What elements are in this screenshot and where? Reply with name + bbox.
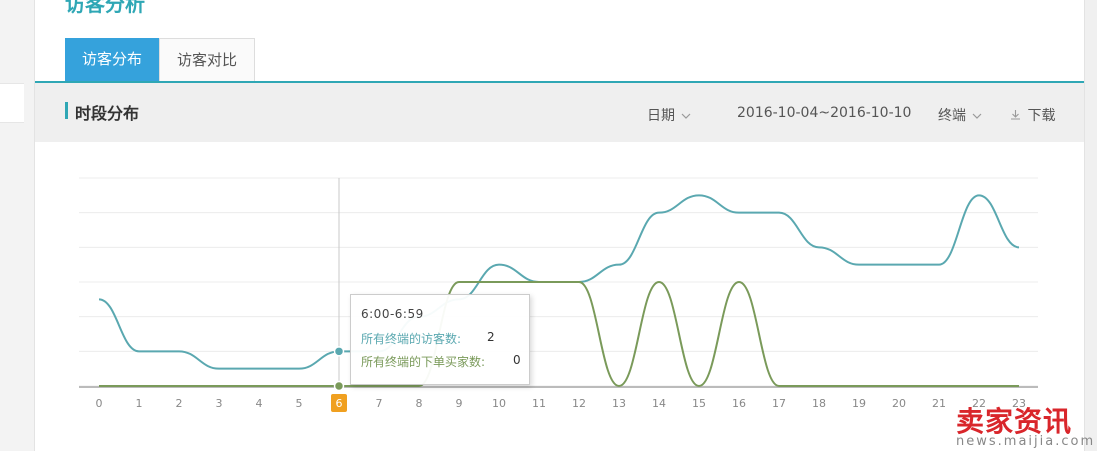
x-tick-label: 14 (652, 397, 666, 410)
series-line-1 (99, 280, 1019, 388)
tooltip-row-visitors: 所有终端的访客数: 2 (361, 330, 529, 346)
x-tick-label: 18 (812, 397, 826, 410)
x-tick-label: 20 (892, 397, 906, 410)
x-tick-label: 9 (456, 397, 463, 410)
tooltip-visitors-label: 所有终端的访客数: (361, 332, 462, 346)
x-tick-label: 11 (532, 397, 546, 410)
watermark-url: news.maijia.com (956, 434, 1096, 449)
x-tick-label: 12 (572, 397, 586, 410)
chart-tooltip: 6:00-6:59 所有终端的访客数: 2 所有终端的下单买家数: 0 (350, 294, 530, 385)
x-tick-label: 4 (256, 397, 263, 410)
x-tick-label: 16 (732, 397, 746, 410)
left-sidebar-stub (0, 83, 24, 123)
tooltip-buyers-label: 所有终端的下单买家数: (361, 355, 486, 369)
tooltip-title: 6:00-6:59 (361, 307, 424, 321)
x-tick-label: 2 (176, 397, 183, 410)
visitor-analysis-panel: 访客分析 访客分布 访客对比 时段分布 日期 2016-10-04~2016-1… (34, 0, 1085, 451)
x-tick-label: 13 (612, 397, 626, 410)
x-tick-label: 15 (692, 397, 706, 410)
x-tick-label: 1 (136, 397, 143, 410)
x-tick-label: 0 (96, 397, 103, 410)
x-tick-label: 8 (416, 397, 423, 410)
x-tick-label: 21 (932, 397, 946, 410)
x-tick-label: 6 (336, 397, 343, 410)
right-scroll-strip (1084, 0, 1097, 451)
x-tick-label: 5 (296, 397, 303, 410)
tooltip-buyers-value: 0 (513, 353, 521, 367)
x-tick-label: 19 (852, 397, 866, 410)
tooltip-visitors-value: 2 (487, 330, 495, 344)
x-tick-label: 10 (492, 397, 506, 410)
x-tick-label: 7 (376, 397, 383, 410)
hourly-distribution-chart[interactable]: 0 1 2 3 4 5 6 7 8 9 10 11 12 13 14 15 16 17 18 19 20 21 22 23 (35, 0, 1084, 451)
tooltip-row-buyers: 所有终端的下单买家数: 0 (361, 353, 529, 369)
x-tick-label: 17 (772, 397, 786, 410)
highlight-point-0 (333, 346, 345, 357)
watermark: 卖家资讯 news.maijia.com (950, 398, 1097, 451)
x-tick-label: 3 (216, 397, 223, 410)
highlight-point-1 (333, 380, 345, 392)
